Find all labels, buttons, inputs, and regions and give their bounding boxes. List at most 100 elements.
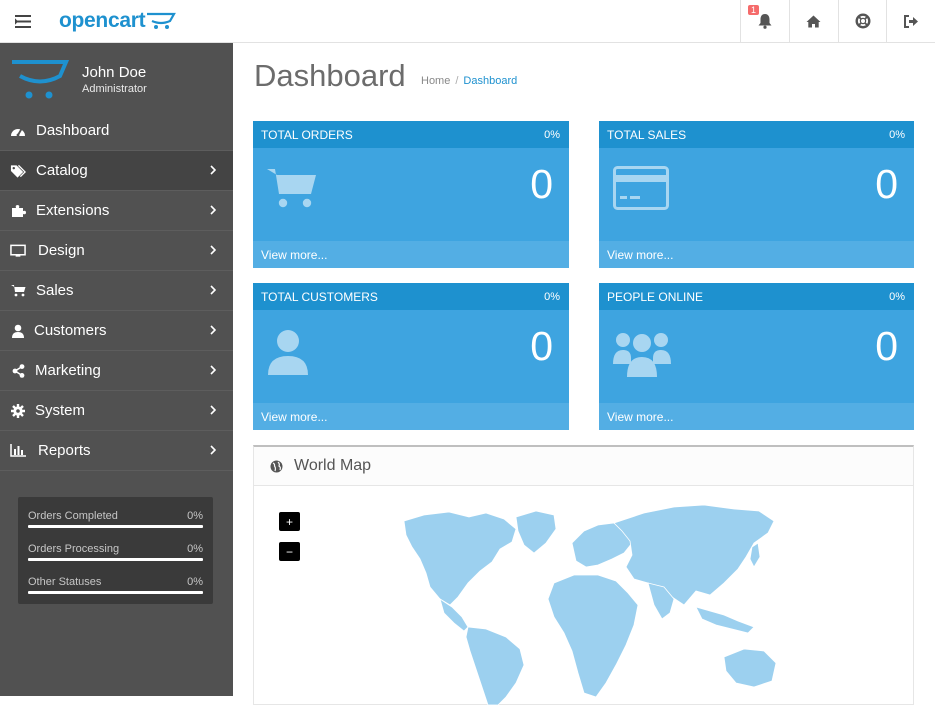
view-more-link[interactable]: View more... — [253, 241, 569, 268]
stat-other-statuses: Other Statuses 0% — [28, 572, 203, 605]
sidebar-item-extensions[interactable]: Extensions — [0, 191, 233, 231]
user-profile[interactable]: John Doe Administrator — [0, 43, 233, 111]
chevron-right-icon — [210, 405, 216, 415]
map-region-central-america — [439, 598, 469, 632]
tile-body: 0 — [599, 148, 914, 241]
stat-value: 0% — [187, 510, 203, 522]
breadcrumb: Home / Dashboard — [421, 75, 517, 87]
puzzle-icon — [10, 204, 26, 218]
tile-total-customers: TOTAL CUSTOMERS 0% 0 View more... — [253, 283, 569, 430]
avatar — [12, 60, 69, 99]
user-name: John Doe — [82, 64, 147, 81]
tile-value: 0 — [530, 161, 553, 207]
help-button[interactable] — [838, 0, 886, 42]
life-ring-icon — [854, 13, 871, 29]
sidebar-item-label: Design — [38, 242, 85, 259]
logout-button[interactable] — [886, 0, 935, 42]
breadcrumb-dashboard-link[interactable]: Dashboard — [463, 75, 517, 87]
chevron-right-icon — [210, 325, 216, 335]
main-content: Dashboard Home / Dashboard TOTAL ORDERS 0%… — [233, 43, 935, 705]
sidebar-item-reports[interactable]: Reports — [0, 431, 233, 471]
tile-header: TOTAL CUSTOMERS 0% — [253, 283, 569, 310]
chevron-right-icon — [210, 165, 216, 175]
map-region-greenland — [515, 510, 557, 554]
sidebar: John Doe Administrator Dashboard Catalog… — [0, 43, 233, 696]
stat-value: 0% — [187, 543, 203, 555]
user-role: Administrator — [82, 83, 147, 95]
notification-badge: 1 — [748, 5, 760, 15]
stat-label: Other Statuses — [28, 576, 102, 588]
menu-icon — [14, 14, 31, 28]
sidebar-item-label: Dashboard — [36, 122, 110, 139]
cart-icon — [10, 284, 26, 297]
order-status-stats: Orders Completed 0% Orders Processing 0%… — [18, 497, 213, 604]
tile-people-online: PEOPLE ONLINE 0% 0 View more... — [599, 283, 914, 430]
notifications-button[interactable]: 1 — [740, 0, 788, 42]
stat-label: Orders Processing — [28, 543, 120, 555]
tags-icon — [10, 164, 26, 178]
tile-title: TOTAL CUSTOMERS — [261, 289, 378, 304]
top-header: opencart 1 — [0, 0, 935, 43]
tile-title: TOTAL SALES — [607, 127, 687, 142]
chevron-right-icon — [210, 285, 216, 295]
view-more-link[interactable]: View more... — [599, 241, 914, 268]
world-map-panel: World Map + − — [253, 445, 914, 705]
tile-title: PEOPLE ONLINE — [607, 289, 704, 304]
map-region-southeast-asia — [695, 606, 755, 634]
tile-total-orders: TOTAL ORDERS 0% 0 View more... — [253, 121, 569, 268]
map-region-asia — [613, 504, 775, 606]
sidebar-item-catalog[interactable]: Catalog — [0, 151, 233, 191]
panel-title: World Map — [294, 457, 372, 474]
chevron-right-icon — [210, 445, 216, 455]
map-region-south-america — [465, 626, 525, 705]
sidebar-item-design[interactable]: Design — [0, 231, 233, 271]
sidebar-item-label: Catalog — [36, 162, 88, 179]
breadcrumb-separator: / — [455, 75, 459, 87]
view-more-link[interactable]: View more... — [253, 403, 569, 430]
tile-header: TOTAL ORDERS 0% — [253, 121, 569, 148]
globe-icon — [270, 460, 283, 473]
home-icon — [806, 15, 821, 27]
map-region-africa — [547, 574, 639, 698]
tile-body: 0 — [253, 148, 569, 241]
tile-percent: 0% — [889, 290, 905, 303]
menu-toggle-button[interactable] — [0, 0, 45, 42]
users-icon — [613, 333, 671, 377]
tile-percent: 0% — [889, 128, 905, 141]
stat-label: Orders Completed — [28, 510, 118, 522]
sidebar-item-marketing[interactable]: Marketing — [0, 351, 233, 391]
tile-body: 0 — [253, 310, 569, 403]
tile-header: PEOPLE ONLINE 0% — [599, 283, 914, 310]
sidebar-item-customers[interactable]: Customers — [0, 311, 233, 351]
tile-value: 0 — [875, 161, 898, 207]
monitor-icon — [10, 244, 26, 258]
storefront-home-button[interactable] — [789, 0, 837, 42]
tile-value: 0 — [875, 323, 898, 369]
credit-card-icon — [613, 166, 669, 210]
tile-body: 0 — [599, 310, 914, 403]
sidebar-item-label: Reports — [38, 442, 91, 459]
view-more-link[interactable]: View more... — [599, 403, 914, 430]
world-map[interactable] — [254, 487, 913, 705]
user-icon — [10, 324, 26, 338]
shopping-cart-icon — [267, 169, 316, 208]
bell-icon — [758, 14, 771, 29]
opencart-logo[interactable]: opencart — [59, 6, 177, 36]
tile-percent: 0% — [544, 128, 560, 141]
breadcrumb-home-link[interactable]: Home — [421, 75, 450, 87]
sidebar-item-label: Marketing — [35, 362, 101, 379]
share-icon — [10, 363, 26, 378]
sidebar-item-sales[interactable]: Sales — [0, 271, 233, 311]
stat-orders-completed: Orders Completed 0% — [28, 506, 203, 539]
stat-value: 0% — [187, 576, 203, 588]
tile-title: TOTAL ORDERS — [261, 127, 353, 142]
chevron-right-icon — [210, 365, 216, 375]
tile-value: 0 — [530, 323, 553, 369]
dashboard-icon — [10, 124, 26, 137]
user-icon — [268, 330, 308, 375]
progress-bar — [28, 591, 203, 594]
main-menu: Dashboard Catalog Extensions Design Sale… — [0, 111, 233, 471]
sidebar-item-dashboard[interactable]: Dashboard — [0, 111, 233, 151]
sidebar-item-system[interactable]: System — [0, 391, 233, 431]
sidebar-item-label: Customers — [34, 322, 107, 339]
